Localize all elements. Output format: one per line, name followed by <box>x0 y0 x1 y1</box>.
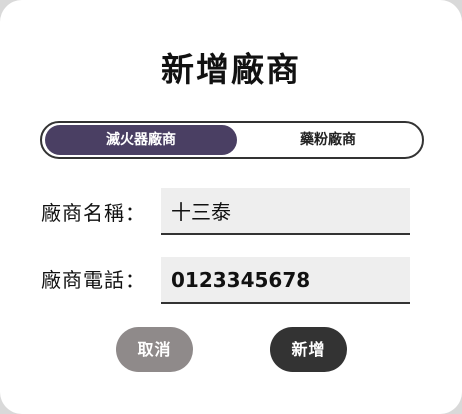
vendor-name-input[interactable] <box>161 188 410 235</box>
vendor-name-label: 廠商名稱： <box>41 201 146 225</box>
cancel-button[interactable]: 取消 <box>116 327 193 372</box>
vendor-phone-label: 廠商電話： <box>41 268 146 292</box>
dialog-title: 新增廠商 <box>161 50 301 89</box>
toggle-powder-vendor[interactable]: 藥粉廠商 <box>237 125 419 155</box>
vendor-type-toggle: 滅火器廠商 藥粉廠商 <box>40 121 424 159</box>
toggle-fire-extinguisher-vendor[interactable]: 滅火器廠商 <box>45 125 237 155</box>
vendor-phone-input[interactable] <box>161 257 410 304</box>
add-button[interactable]: 新增 <box>270 327 347 372</box>
add-vendor-dialog: 新增廠商 滅火器廠商 藥粉廠商 廠商名稱： 廠商電話： 取消 新增 <box>0 0 462 414</box>
